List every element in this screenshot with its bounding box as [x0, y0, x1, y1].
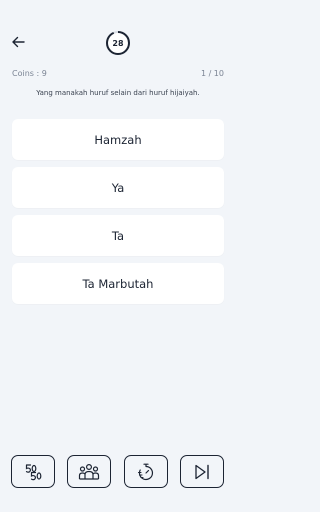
- stats-row: Coins : 9 1 / 10: [12, 67, 224, 79]
- ask-audience-button[interactable]: [67, 455, 111, 488]
- countdown-timer: 28: [105, 30, 131, 56]
- timer-value: 28: [112, 38, 124, 48]
- answer-option-4[interactable]: Ta Marbutah: [12, 263, 224, 304]
- skip-question-button[interactable]: [180, 455, 224, 488]
- answer-option-2[interactable]: Ya: [12, 167, 224, 208]
- answer-options: Hamzah Ya Ta Ta Marbutah: [12, 119, 224, 311]
- extra-time-button[interactable]: [124, 455, 168, 488]
- coins-counter: Coins : 9: [12, 68, 47, 78]
- lifeline-toolbar: [0, 455, 236, 489]
- fifty-fifty-button[interactable]: [11, 455, 55, 488]
- question-text: Yang manakah huruf selain dari huruf hij…: [36, 89, 200, 97]
- audience-icon: [78, 463, 100, 481]
- quiz-screen: 28 Coins : 9 1 / 10 Yang manakah huruf s…: [0, 0, 236, 512]
- question-progress: 1 / 10: [200, 68, 224, 78]
- back-button[interactable]: [8, 33, 28, 51]
- fifty-fifty-icon: [24, 463, 42, 481]
- timer-icon: [137, 463, 155, 481]
- answer-option-3[interactable]: Ta: [12, 215, 224, 256]
- skip-next-icon: [193, 463, 211, 481]
- answer-option-1[interactable]: Hamzah: [12, 119, 224, 160]
- arrow-left-icon: [11, 36, 25, 48]
